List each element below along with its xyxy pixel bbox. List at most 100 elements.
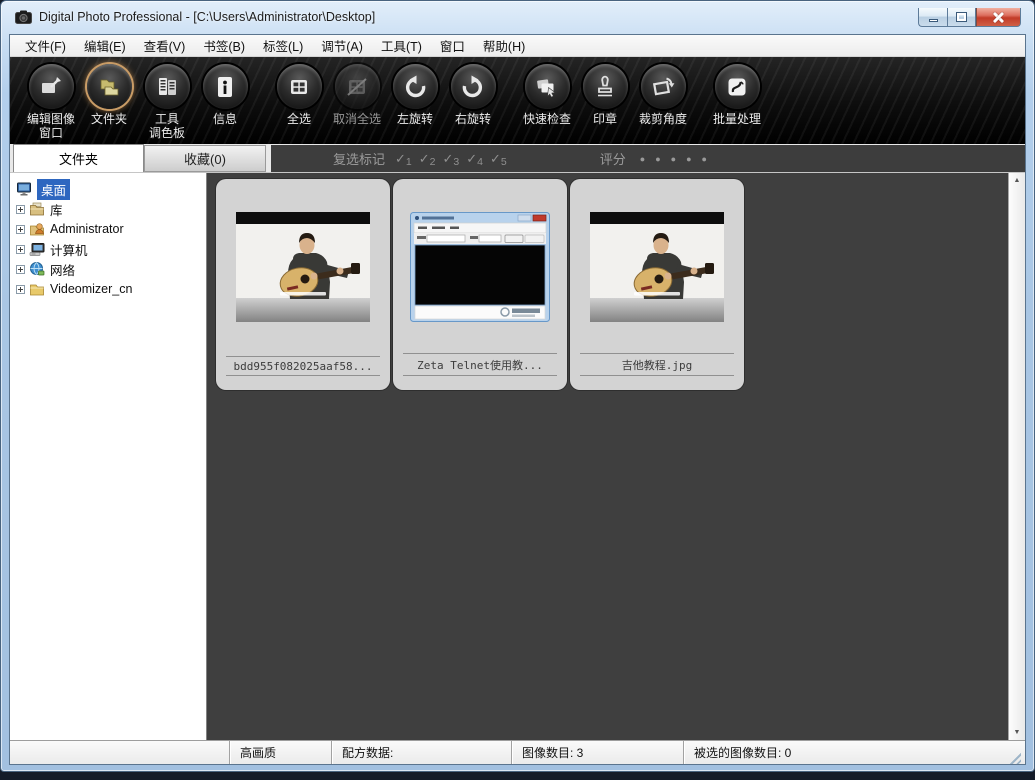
batch-process-icon [728, 78, 746, 95]
trim-angle-icon [652, 77, 675, 95]
batch-process-button[interactable]: 批量处理 [708, 64, 766, 127]
status-selected-count: 被选的图像数目: 0 [683, 741, 1025, 764]
rating-dot-4[interactable]: ● [686, 154, 701, 164]
restore-icon [956, 12, 967, 22]
checkmark-1-button[interactable]: ✓1 [395, 150, 412, 168]
rotate-left-icon [406, 75, 426, 97]
menu-adjust[interactable]: 调节(A) [312, 34, 372, 57]
expand-icon[interactable] [16, 284, 25, 294]
client-area: 文件(F) 编辑(E) 查看(V) 书签(B) 标签(L) 调节(A) 工具(T… [9, 34, 1026, 765]
expand-icon[interactable] [16, 264, 25, 274]
tool-palette-button[interactable]: 工具 调色板 [138, 64, 196, 141]
folder-view-button[interactable]: 文件夹 [80, 64, 138, 127]
select-all-button[interactable]: 全选 [270, 64, 328, 127]
scroll-down-icon[interactable]: ▼ [1009, 729, 1025, 736]
minimize-button[interactable] [918, 8, 947, 27]
tab-folder[interactable]: 文件夹 [13, 144, 144, 172]
vertical-scrollbar[interactable]: ▲ ▼ [1008, 173, 1025, 740]
info-button[interactable]: 信息 [196, 64, 254, 127]
computer-icon [29, 243, 45, 256]
check-icon: ✓ [442, 150, 454, 166]
menu-bookmark[interactable]: 书签(B) [194, 34, 254, 57]
close-button[interactable] [976, 8, 1021, 27]
yellow-folder-icon [30, 284, 44, 296]
menu-file[interactable]: 文件(F) [16, 34, 75, 57]
folder-icon [100, 79, 119, 95]
edit-image-window-button[interactable]: 编辑图像 窗口 [22, 64, 80, 141]
select-all-icon [291, 79, 307, 94]
checkmark-rating-bar: 复选标记 ✓1 ✓2 ✓3 ✓4 ✓5 评分 ●●●●● [271, 145, 1025, 172]
tree-item-network[interactable]: 网络 [16, 259, 204, 279]
rotate-left-button[interactable]: 左旋转 [386, 64, 444, 127]
tab-favorites[interactable]: 收藏(0) [144, 145, 266, 172]
checkmark-3-button[interactable]: ✓3 [442, 150, 460, 168]
rotate-right-icon [462, 75, 482, 97]
menu-label[interactable]: 标签(L) [254, 34, 312, 57]
main-toolbar: 编辑图像 窗口 文件夹 工具 调色板 信息 全选 取消全选 左旋转 右旋转 快速… [10, 57, 1025, 144]
rating-dot-1[interactable]: ● [640, 154, 655, 164]
status-recipe: 配方数据: [331, 741, 511, 764]
stamp-icon [598, 75, 612, 96]
check-icon: ✓ [490, 150, 501, 166]
menu-edit[interactable]: 编辑(E) [75, 34, 135, 57]
edit-image-window-icon [42, 76, 61, 93]
restore-button[interactable] [947, 8, 976, 27]
resize-grip[interactable] [1009, 752, 1021, 764]
status-bar: 高画质 配方数据: 图像数目: 3 被选的图像数目: 0 [10, 740, 1025, 764]
menu-tools[interactable]: 工具(T) [372, 34, 431, 57]
expand-icon[interactable] [16, 244, 25, 254]
thumbnail-filename: Zeta Telnet使用教... [403, 353, 557, 376]
checkmark-5-button[interactable]: ✓5 [490, 150, 507, 168]
rating-dot-5[interactable]: ● [702, 154, 717, 164]
check-icon: ✓ [418, 150, 430, 166]
rotate-right-button[interactable]: 右旋转 [444, 64, 502, 127]
thumbnail-card-2[interactable]: Zeta Telnet使用教... [393, 179, 567, 390]
rating-dot-2[interactable]: ● [655, 154, 670, 164]
stamp-button[interactable]: 印章 [576, 64, 634, 127]
libraries-icon [30, 202, 44, 216]
expand-icon[interactable] [16, 224, 25, 234]
tree-item-libraries[interactable]: 库 [16, 199, 204, 219]
window-controls [918, 8, 1021, 27]
scroll-up-icon[interactable]: ▲ [1009, 177, 1025, 184]
tree-item-computer[interactable]: 计算机 [16, 239, 204, 259]
menu-window[interactable]: 窗口 [431, 34, 474, 57]
folder-tree-panel: 桌面 库 Administrator 计算机 网络 Videomizer_cn [10, 173, 207, 740]
status-quality: 高画质 [229, 741, 331, 764]
info-icon [218, 76, 232, 97]
check-icon: ✓ [395, 150, 406, 166]
tool-palette-icon [159, 77, 176, 95]
deselect-all-button[interactable]: 取消全选 [328, 64, 386, 127]
network-icon [30, 262, 45, 276]
checkmark-2-button[interactable]: ✓2 [418, 150, 436, 168]
rating-label: 评分 [599, 152, 626, 167]
tree-item-videomizer-cn[interactable]: Videomizer_cn [16, 279, 204, 299]
menu-bar: 文件(F) 编辑(E) 查看(V) 书签(B) 标签(L) 调节(A) 工具(T… [10, 35, 1025, 57]
quick-check-icon [537, 78, 556, 97]
thumbnail-card-1[interactable]: bdd955f082025aaf58... [216, 179, 390, 390]
expand-icon[interactable] [16, 204, 25, 214]
status-spacer [10, 741, 229, 764]
main-area: 桌面 库 Administrator 计算机 网络 Videomizer_cn … [10, 172, 1025, 740]
checkmark-label: 复选标记 [333, 152, 386, 167]
tree-item-administrator[interactable]: Administrator [16, 219, 204, 239]
close-icon [993, 12, 1004, 23]
tree-item-desktop[interactable]: 桌面 [16, 178, 204, 200]
status-image-count: 图像数目: 3 [511, 741, 683, 764]
titlebar[interactable]: Digital Photo Professional - [C:\Users\A… [1, 1, 1034, 34]
guitar-video-thumbnail [590, 212, 724, 322]
thumbnail-filename: 吉他教程.jpg [580, 353, 734, 376]
checkmark-4-button[interactable]: ✓4 [466, 151, 483, 168]
menu-help[interactable]: 帮助(H) [474, 34, 534, 57]
guitar-video-thumbnail [236, 212, 370, 322]
rating-dot-3[interactable]: ● [671, 154, 686, 164]
thumbnail-card-3[interactable]: 吉他教程.jpg [570, 179, 744, 390]
menu-view[interactable]: 查看(V) [135, 34, 195, 57]
quick-check-button[interactable]: 快速检查 [518, 64, 576, 127]
user-folder-icon [30, 223, 44, 236]
tab-bar: 文件夹 收藏(0) 复选标记 ✓1 ✓2 ✓3 ✓4 ✓5 评分 ●●●●● [10, 144, 1025, 172]
trim-angle-button[interactable]: 裁剪角度 [634, 64, 692, 127]
camera-app-icon [15, 10, 32, 24]
deselect-all-icon [347, 77, 367, 96]
minimize-icon [928, 18, 938, 22]
